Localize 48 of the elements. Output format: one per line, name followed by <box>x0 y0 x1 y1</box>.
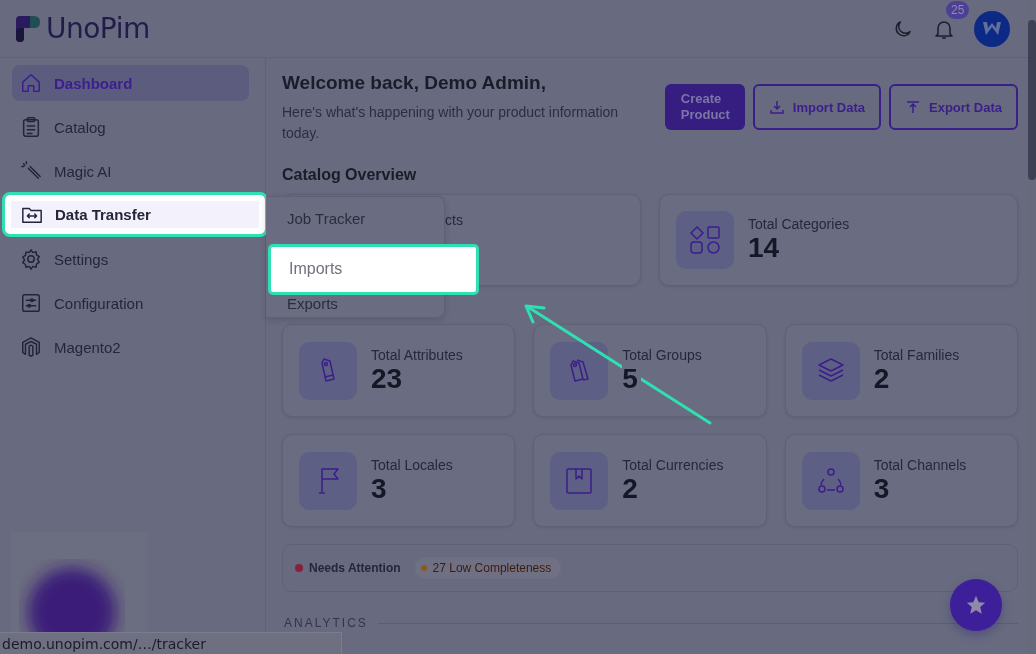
gear-icon <box>20 248 42 270</box>
stat-label: Total Groups <box>622 346 702 363</box>
sidebar-item[interactable]: Dashboard <box>12 65 249 101</box>
submenu-item[interactable]: Job Tracker <box>266 201 444 237</box>
avatar-icon[interactable] <box>974 10 1010 47</box>
flag-icon <box>299 451 357 510</box>
sidebar-item[interactable]: Configuration <box>12 285 249 321</box>
clipboard-icon <box>20 116 42 138</box>
stat-label: cts <box>445 212 463 228</box>
export-button[interactable]: Export Data <box>889 84 1018 130</box>
upload-icon <box>905 99 922 115</box>
download-icon <box>768 99 785 115</box>
stat-label: Total Attributes <box>371 346 463 363</box>
home-icon <box>20 72 42 94</box>
submenu-item[interactable]: Exports <box>266 295 444 317</box>
import-button[interactable]: Import Data <box>752 84 882 130</box>
sidebar-item[interactable]: Magic AI <box>12 153 249 189</box>
wand-icon <box>20 160 42 182</box>
channels-icon <box>801 451 860 510</box>
submenu-item[interactable]: Imports <box>268 243 479 296</box>
book-icon <box>550 451 609 510</box>
attention-title: Needs Attention <box>309 561 401 575</box>
stat-label: Total Channels <box>873 456 967 473</box>
welcome-text: Here's what's happening with your product information today. <box>282 103 620 143</box>
stat-label: Total Locales <box>371 456 453 473</box>
primary-button[interactable]: Create Product <box>664 84 745 130</box>
sidebar-item[interactable]: Data Transfer <box>2 192 268 237</box>
sidebar-item[interactable]: Magento2 <box>12 329 249 365</box>
layers-icon <box>801 341 860 400</box>
badge-label: 27 Low Completeness <box>432 561 552 575</box>
welcome-title: Welcome back, Demo Admin, <box>282 72 547 94</box>
logo-text[interactable]: UnoPim <box>46 12 150 45</box>
completeness-badge[interactable]: 27 Low Completeness <box>414 557 562 579</box>
sliders-icon <box>20 292 42 314</box>
notification-count: 25 <box>946 0 970 19</box>
stat-label: Total Categories <box>748 216 850 232</box>
tag-icon <box>299 341 357 400</box>
sidebar-item[interactable]: Settings <box>12 241 249 277</box>
status-bar-url: demo.unopim.com/…/tracker <box>0 632 342 654</box>
sidebar-item[interactable]: Catalog <box>12 109 249 145</box>
star-icon <box>965 594 987 616</box>
stat-label: Total Currencies <box>622 456 724 473</box>
favorites-button[interactable] <box>950 579 1002 631</box>
magento-icon <box>20 336 42 358</box>
shapes-icon <box>676 211 734 269</box>
stat-label: Total Families <box>873 346 960 363</box>
section-title: Catalog Overview <box>282 166 418 184</box>
tags-icon <box>550 341 609 400</box>
